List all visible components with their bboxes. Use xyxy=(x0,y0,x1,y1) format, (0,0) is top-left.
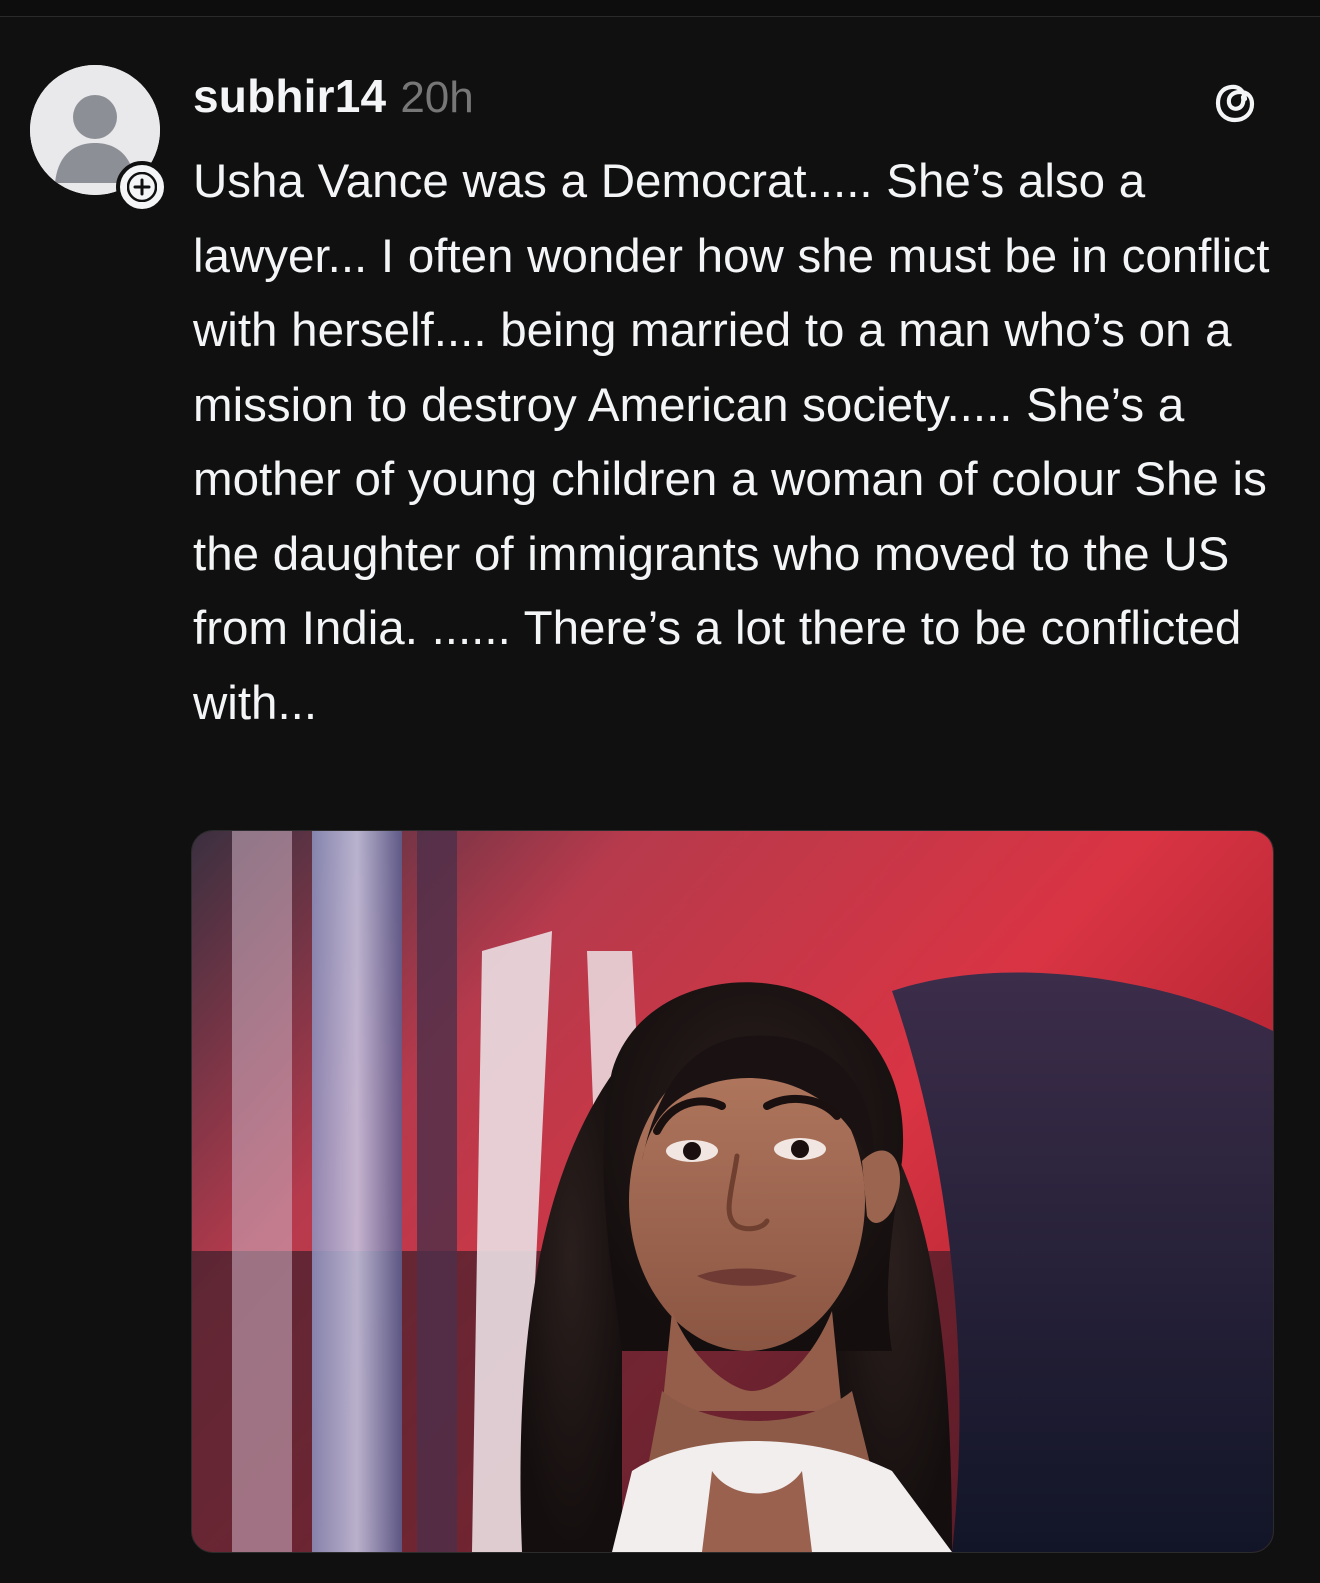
username-link[interactable]: subhir14 xyxy=(193,69,386,123)
post-timestamp[interactable]: 20h xyxy=(400,73,473,123)
post-image[interactable] xyxy=(191,830,1274,1553)
post-header: subhir14 20h xyxy=(193,69,474,125)
photo-portrait xyxy=(192,831,1273,1552)
follow-button[interactable] xyxy=(116,161,168,213)
top-divider xyxy=(0,0,1320,17)
thread-post[interactable]: subhir14 20h Usha Vance was a Democrat..… xyxy=(0,17,1320,1583)
plus-icon xyxy=(127,172,157,202)
avatar-container[interactable] xyxy=(30,65,168,213)
post-body-text: Usha Vance was a Democrat..... She’s als… xyxy=(193,155,1270,730)
threads-logo-icon[interactable] xyxy=(1208,75,1262,129)
